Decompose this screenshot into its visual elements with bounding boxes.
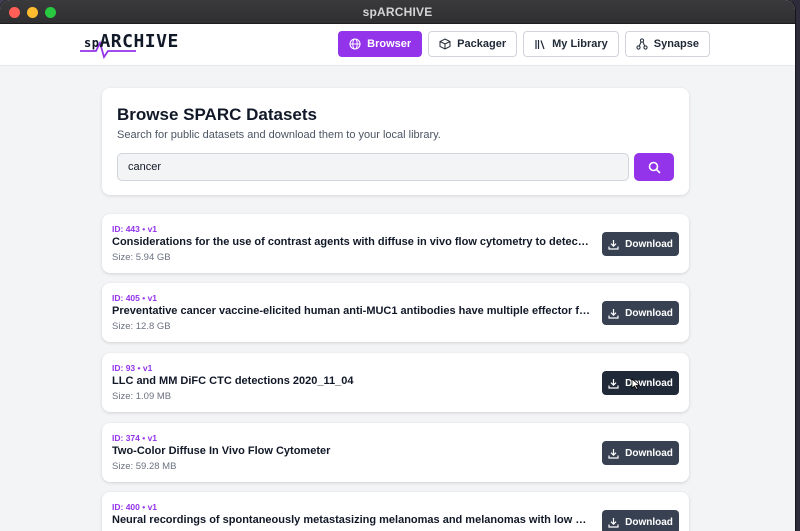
close-window-button[interactable]	[9, 7, 20, 18]
result-size: Size: 1.09 MB	[112, 391, 172, 402]
app-window: spARCHIVE spARCHIVE Browser Packager My …	[0, 0, 795, 531]
nav-browser-label: Browser	[367, 38, 412, 50]
minimize-window-button[interactable]	[27, 7, 38, 18]
library-icon	[535, 40, 545, 50]
maximize-window-button[interactable]	[45, 7, 56, 18]
nav-packager-label: Packager	[457, 38, 507, 50]
globe-icon	[349, 38, 361, 50]
mouse-cursor-icon	[631, 378, 641, 390]
app-logo: spARCHIVE	[80, 29, 180, 59]
network-icon	[636, 38, 648, 50]
package-icon	[439, 38, 451, 50]
download-label: Download	[625, 238, 673, 250]
download-button[interactable]: Download	[602, 232, 679, 256]
search-button[interactable]	[634, 153, 674, 181]
result-title[interactable]: Preventative cancer vaccine-elicited hum…	[112, 305, 592, 317]
download-icon	[608, 308, 619, 319]
result-id: ID: 374 • v1	[112, 433, 158, 443]
logo-main: ARCHIVE	[99, 31, 179, 52]
result-id: ID: 405 • v1	[112, 293, 158, 303]
logo-text: spARCHIVE	[84, 31, 179, 52]
download-button[interactable]: Download	[602, 301, 679, 325]
page-title: Browse SPARC Datasets	[117, 105, 317, 124]
result-id: ID: 443 • v1	[112, 224, 158, 234]
download-label: Download	[625, 516, 673, 528]
nav-synapse-button[interactable]: Synapse	[624, 31, 710, 57]
download-label: Download	[625, 447, 673, 459]
search-card: Browse SPARC Datasets Search for public …	[102, 88, 689, 195]
window-controls	[9, 7, 56, 18]
main-nav: Browser Packager My Library Synapse	[338, 31, 710, 57]
logo-prefix: sp	[84, 36, 100, 50]
search-icon	[648, 161, 661, 174]
result-card: ID: 374 • v1 Two-Color Diffuse In Vivo F…	[102, 423, 689, 482]
title-bar: spARCHIVE	[0, 0, 795, 24]
download-button[interactable]: Download	[602, 510, 679, 531]
nav-packager-button[interactable]: Packager	[428, 31, 518, 57]
search-input[interactable]	[117, 153, 629, 181]
scrollbar[interactable]	[789, 67, 795, 531]
result-card: ID: 443 • v1 Considerations for the use …	[102, 214, 689, 273]
nav-browser-button[interactable]: Browser	[338, 31, 423, 57]
result-card: ID: 93 • v1 LLC and MM DiFC CTC detectio…	[102, 353, 689, 412]
nav-library-button[interactable]: My Library	[523, 31, 619, 57]
main-content[interactable]: Browse SPARC Datasets Search for public …	[0, 67, 795, 531]
result-id: ID: 400 • v1	[112, 502, 158, 512]
result-card: ID: 405 • v1 Preventative cancer vaccine…	[102, 283, 689, 342]
download-icon	[608, 448, 619, 459]
result-title[interactable]: Neural recordings of spontaneously metas…	[112, 514, 592, 526]
app-header: spARCHIVE Browser Packager My Library Sy…	[0, 24, 795, 66]
result-title[interactable]: Two-Color Diffuse In Vivo Flow Cytometer	[112, 445, 592, 457]
nav-synapse-label: Synapse	[653, 38, 699, 50]
result-title[interactable]: Considerations for the use of contrast a…	[112, 236, 592, 248]
result-title[interactable]: LLC and MM DiFC CTC detections 2020_11_0…	[112, 375, 592, 387]
download-icon	[608, 239, 619, 250]
nav-library-label: My Library	[552, 38, 608, 50]
window-title: spARCHIVE	[362, 4, 433, 19]
download-icon	[608, 517, 619, 528]
result-card: ID: 400 • v1 Neural recordings of sponta…	[102, 492, 689, 531]
result-size: Size: 12.8 GB	[112, 321, 171, 332]
download-label: Download	[625, 307, 673, 319]
download-button[interactable]: Download	[602, 441, 679, 465]
result-size: Size: 59.28 MB	[112, 461, 177, 472]
download-icon	[608, 378, 619, 389]
result-id: ID: 93 • v1	[112, 363, 153, 373]
result-size: Size: 5.94 GB	[112, 252, 171, 263]
page-subtitle: Search for public datasets and download …	[117, 129, 441, 141]
